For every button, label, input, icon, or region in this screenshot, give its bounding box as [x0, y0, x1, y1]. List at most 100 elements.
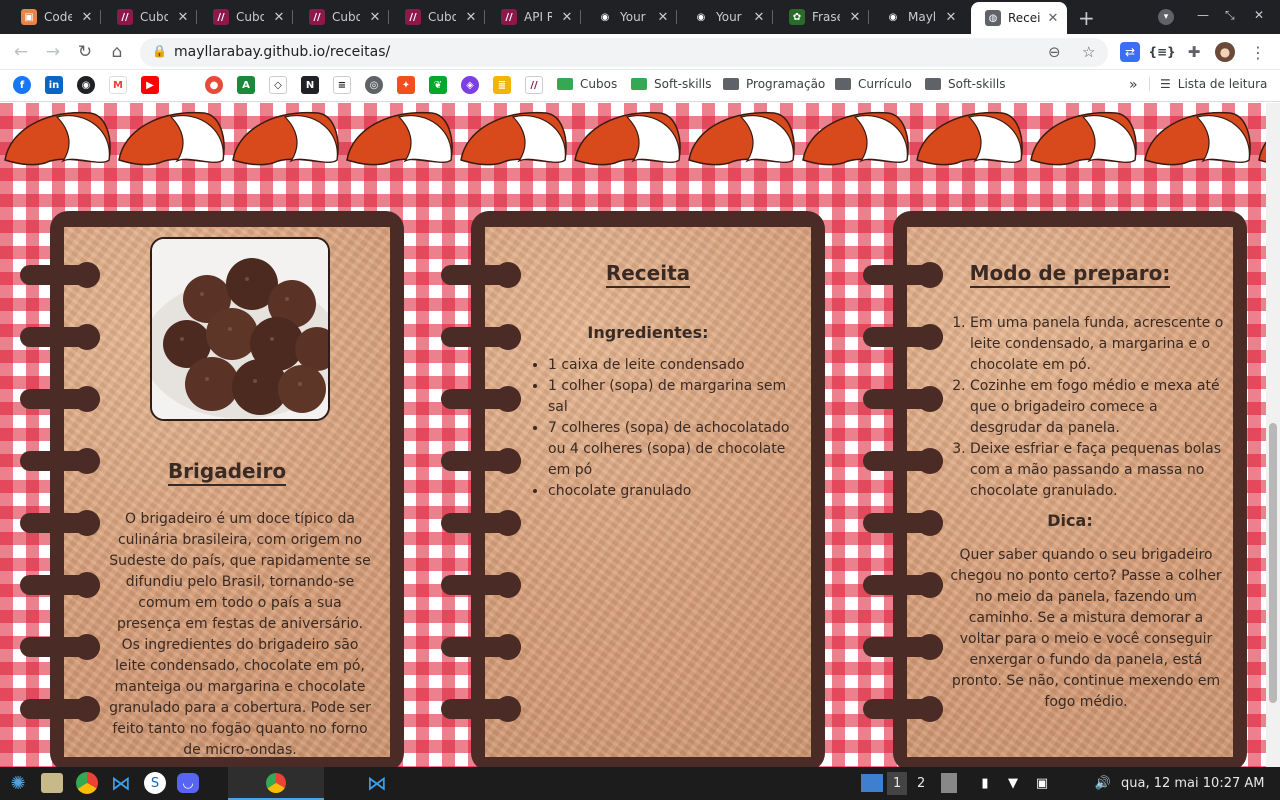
bookmark-folder-soft-skills-1[interactable]: Soft-skills: [631, 77, 711, 91]
chrome-icon[interactable]: [76, 772, 98, 794]
ingredient-item: chocolate granulado: [548, 481, 803, 502]
page-scrollbar[interactable]: [1266, 103, 1280, 767]
start-menu-icon[interactable]: ✺: [6, 771, 30, 795]
browser-tab[interactable]: // Cubos ✕: [391, 4, 485, 30]
spiral-ring: [20, 510, 100, 536]
tab-favicon-icon: //: [309, 9, 325, 25]
json-extension-icon[interactable]: {≡}: [1148, 42, 1175, 62]
youtube-icon[interactable]: ▶: [141, 76, 159, 94]
vscode-icon[interactable]: ⋈: [109, 771, 133, 795]
forward-icon[interactable]: →: [41, 40, 65, 64]
folder-icon: [723, 78, 739, 90]
browser-tab[interactable]: ▣ CodeL ✕: [7, 4, 101, 30]
scrollbar-thumb[interactable]: [1269, 423, 1277, 703]
tab-separator: [388, 10, 389, 24]
restore-icon[interactable]: ⤡: [1225, 8, 1235, 23]
cubos-icon[interactable]: //: [525, 76, 543, 94]
address-bar[interactable]: 🔒 mayllarabay.github.io/receitas/ ⊖ ☆: [140, 38, 1108, 67]
discord-icon[interactable]: ◡: [177, 773, 199, 793]
minimize-icon[interactable]: —: [1197, 8, 1209, 22]
spiral-ring: [20, 262, 100, 288]
tab-close-icon[interactable]: ✕: [271, 10, 287, 25]
spiral-ring: [441, 510, 521, 536]
reload-icon[interactable]: ↻: [73, 40, 97, 64]
document-icon[interactable]: ≡: [333, 76, 351, 94]
taskbar-vscode-window[interactable]: ⋈: [365, 771, 389, 795]
bookmark-folder-curriculo[interactable]: Currículo: [835, 77, 912, 91]
tomato-icon[interactable]: ●: [205, 76, 223, 94]
tab-close-icon[interactable]: ✕: [751, 10, 767, 25]
card-page: Modo de preparo: Em uma panela funda, ac…: [907, 227, 1233, 757]
tab-close-icon[interactable]: ✕: [943, 10, 959, 25]
browser-tab-bar: ▣CodeL✕//Cubos✕//Cubos✕//Cubos✕//Cubos✕/…: [0, 0, 1280, 34]
browser-tab[interactable]: ✿ Frase ✕: [775, 4, 869, 30]
back-icon[interactable]: ←: [9, 40, 33, 64]
clock[interactable]: qua, 12 mai 10:27 AM: [1121, 776, 1264, 791]
browser-tab[interactable]: ◉ Your I ✕: [583, 4, 677, 30]
wifi-icon[interactable]: ▼: [1001, 771, 1025, 795]
extension-icon[interactable]: ⇄: [1120, 42, 1140, 62]
step-item: Deixe esfriar e faça pequenas bolas com …: [970, 439, 1228, 502]
evernote-icon[interactable]: ❦: [429, 76, 447, 94]
home-icon[interactable]: ⌂: [105, 40, 129, 64]
stack-icon[interactable]: ≣: [493, 76, 511, 94]
zoom-icon[interactable]: ⊖: [1048, 43, 1061, 61]
tab-close-icon[interactable]: ✕: [655, 10, 671, 25]
circle-app-icon[interactable]: ◎: [365, 76, 383, 94]
tab-search-icon[interactable]: ▾: [1158, 9, 1174, 25]
workspace-1[interactable]: 1: [887, 772, 908, 795]
bookmark-folder-programacao[interactable]: Programação: [723, 77, 825, 91]
tab-close-icon[interactable]: ✕: [1045, 11, 1061, 26]
figma-icon[interactable]: ✦: [397, 76, 415, 94]
tab-close-icon[interactable]: ✕: [559, 10, 575, 25]
bookmark-folder-soft-skills-2[interactable]: Soft-skills: [925, 77, 1005, 91]
spiral-ring: [441, 572, 521, 598]
new-tab-button[interactable]: +: [1078, 6, 1095, 30]
battery-icon[interactable]: ▮: [973, 771, 997, 795]
close-window-icon[interactable]: ✕: [1254, 8, 1264, 22]
url-text[interactable]: mayllarabay.github.io/receitas/: [174, 44, 390, 60]
page-content: Brigadeiro O brigadeiro é um doce típico…: [0, 103, 1266, 767]
recipe-title: Brigadeiro: [64, 459, 390, 486]
tab-favicon-icon: ◉: [885, 9, 901, 25]
menu-icon[interactable]: ⋮: [1248, 42, 1268, 62]
tab-close-icon[interactable]: ✕: [463, 10, 479, 25]
browser-tab[interactable]: // Cubos ✕: [295, 4, 389, 30]
extensions-puzzle-icon[interactable]: ✚: [1184, 42, 1204, 62]
bookmark-folder-cubos[interactable]: Cubos: [557, 77, 617, 91]
browser-tab[interactable]: // API RE ✕: [487, 4, 581, 30]
browser-tab[interactable]: // Cubos ✕: [199, 4, 293, 30]
linkedin-icon[interactable]: in: [45, 76, 63, 94]
purple-app-icon[interactable]: ◈: [461, 76, 479, 94]
bookmark-star-icon[interactable]: ☆: [1082, 43, 1095, 61]
codepen-icon[interactable]: ◇: [269, 76, 287, 94]
app-icon-a[interactable]: A: [237, 76, 255, 94]
workspace-switcher-icon[interactable]: [861, 774, 883, 792]
app-s-icon[interactable]: S: [144, 772, 166, 794]
app-icon-n[interactable]: N: [301, 76, 319, 94]
tab-close-icon[interactable]: ✕: [79, 10, 95, 25]
browser-tab[interactable]: ◉ Maylla ✕: [871, 4, 965, 30]
clipboard-icon[interactable]: [941, 773, 957, 793]
tab-favicon-icon: //: [405, 9, 421, 25]
receita-heading: Receita: [485, 261, 811, 288]
facebook-icon[interactable]: f: [13, 76, 31, 94]
tab-close-icon[interactable]: ✕: [847, 10, 863, 25]
tab-separator: [676, 10, 677, 24]
reading-list-icon: ☰: [1160, 77, 1171, 91]
browser-tab[interactable]: ◉ Your I ✕: [679, 4, 773, 30]
more-bookmarks-icon[interactable]: »: [1129, 77, 1138, 93]
taskbar-chrome-window[interactable]: [228, 767, 324, 800]
gmail-icon[interactable]: M: [109, 76, 127, 94]
file-manager-icon[interactable]: [41, 773, 63, 793]
github-icon[interactable]: ◉: [77, 76, 95, 94]
workspace-2[interactable]: 2: [917, 776, 925, 791]
profile-avatar[interactable]: ●: [1215, 42, 1235, 62]
volume-icon[interactable]: 🔊: [1091, 771, 1115, 795]
tab-close-icon[interactable]: ✕: [367, 10, 383, 25]
tab-close-icon[interactable]: ✕: [175, 10, 191, 25]
reading-list-button[interactable]: ☰ Lista de leitura: [1149, 77, 1267, 91]
notifications-icon[interactable]: ▣: [1030, 771, 1054, 795]
browser-tab[interactable]: // Cubos ✕: [103, 4, 197, 30]
tab-active[interactable]: ◍ Recei ✕: [971, 2, 1067, 34]
